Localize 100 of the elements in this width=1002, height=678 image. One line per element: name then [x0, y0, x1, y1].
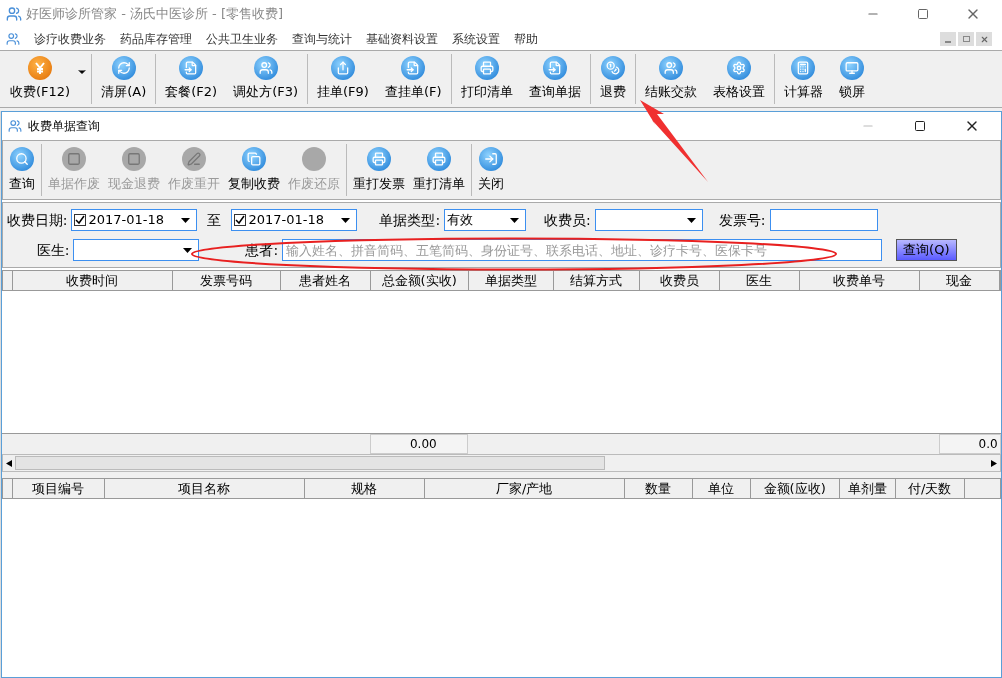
toolbar-button[interactable]: 清屏(A) — [95, 54, 153, 104]
dialog-logo-icon — [7, 119, 22, 133]
column-header: 厂家/产地 — [424, 479, 625, 498]
column-header: 收费单号 — [799, 271, 920, 290]
date-picker[interactable]: 2017-01-18 — [231, 209, 358, 231]
scroll-right-icon[interactable] — [990, 459, 997, 467]
toolbar-button[interactable]: 查挂单(F) — [378, 54, 448, 104]
column-header: 收费时间 — [12, 271, 173, 290]
toolbar-button[interactable]: 打印清单 — [454, 54, 519, 104]
maximize-icon[interactable] — [913, 120, 926, 132]
column-header: 患者姓名 — [280, 271, 371, 290]
calculator-icon — [791, 56, 816, 81]
dropdown-arrow-icon — [686, 217, 696, 223]
menu-item[interactable]: 基础资料设置 — [366, 30, 438, 48]
app-logo-icon — [6, 6, 22, 22]
document-icon — [179, 56, 204, 81]
dropdown-value: 有效 — [447, 211, 475, 230]
dropdown-value: 2017-01-18 — [248, 211, 325, 230]
total-amount: 0.00 — [369, 434, 468, 454]
toolbar-button[interactable]: 挂单(F9) — [311, 54, 375, 104]
toolbar-button[interactable]: 套餐(F2) — [159, 54, 224, 104]
column-header: 总金额(实收) — [370, 271, 469, 290]
date-picker[interactable]: 2017-01-18 — [71, 209, 198, 231]
scroll-left-icon[interactable] — [5, 459, 12, 467]
field-label: 至 — [207, 210, 222, 230]
toolbar-button[interactable]: 重打清单 — [409, 144, 468, 196]
toolbar-button[interactable]: 锁屏 — [832, 54, 871, 104]
coins-icon — [600, 56, 625, 81]
pen-icon — [181, 146, 206, 171]
people-icon — [253, 56, 278, 81]
printer-icon — [426, 146, 451, 171]
app-logo-icon — [6, 32, 20, 46]
menu-item[interactable]: 诊疗收费业务 — [34, 30, 106, 48]
toolbar-button[interactable]: 计算器 — [777, 54, 829, 104]
column-header: 项目名称 — [104, 479, 305, 498]
window-title: 好医师诊所管家 - 汤氏中医诊所 - [零售收费] — [26, 5, 284, 24]
field-label: 收费员: — [544, 210, 591, 230]
dropdown-arrow-icon — [183, 247, 193, 253]
people-icon — [658, 56, 683, 81]
dropdown-arrow-icon — [181, 217, 191, 223]
document-icon — [401, 56, 426, 81]
gear-icon — [726, 56, 751, 81]
field-label: 收费日期: — [6, 210, 68, 230]
toolbar-button[interactable]: 表格设置 — [706, 54, 771, 104]
column-header: 现金 — [919, 271, 1000, 290]
patient-search-input[interactable]: 输入姓名、拼音简码、五笔简码、身份证号、联系电话、地址、诊疗卡号、医保卡号 — [282, 239, 883, 261]
query-button[interactable]: 查询(Q) — [896, 239, 957, 261]
column-header: 发票号码 — [172, 271, 281, 290]
column-header: 金额(应收) — [750, 479, 840, 498]
dropdown-arrow-icon — [341, 217, 351, 223]
toolbar-button[interactable]: 查询 — [5, 144, 38, 196]
column-header: 医生 — [719, 271, 800, 290]
field-label: 发票号: — [718, 210, 766, 230]
column-header: 结算方式 — [553, 271, 640, 290]
menu-item[interactable]: 公共卫生业务 — [206, 30, 278, 48]
dialog-title: 收费单据查询 — [27, 118, 100, 135]
cashier-dropdown[interactable] — [594, 209, 703, 231]
column-header: 付/天数 — [895, 479, 965, 498]
dropdown-value: 2017-01-18 — [88, 211, 165, 230]
exit-icon — [478, 146, 503, 171]
printer-icon — [474, 56, 499, 81]
toolbar-button[interactable]: 收费(F12) — [4, 54, 77, 104]
dropdown-arrow-icon — [510, 217, 520, 223]
toolbar-button[interactable]: 重打发票 — [349, 144, 408, 196]
column-header: 规格 — [304, 479, 425, 498]
search-icon — [9, 146, 34, 171]
checkbox[interactable] — [74, 214, 87, 226]
monitor-icon — [839, 56, 864, 81]
total-cash: 0.0 — [938, 434, 1001, 454]
frame-icon — [121, 146, 146, 171]
restore-icon[interactable] — [958, 32, 974, 46]
frame-icon — [61, 146, 86, 171]
menu-item[interactable]: 查询与统计 — [292, 30, 352, 48]
column-header: 单剂量 — [839, 479, 896, 498]
refresh-icon — [111, 56, 136, 81]
column-header: 数量 — [624, 479, 693, 498]
toolbar-button[interactable]: 退费 — [593, 54, 632, 104]
copy-icon — [241, 146, 266, 171]
checkbox[interactable] — [234, 214, 247, 226]
type-dropdown[interactable]: 有效 — [444, 209, 527, 231]
menu-item[interactable]: 帮助 — [514, 30, 538, 48]
printer-icon — [366, 146, 391, 171]
doctor-dropdown[interactable] — [73, 239, 200, 261]
field-label: 单据类型: — [379, 210, 441, 230]
menu-item[interactable]: 系统设置 — [452, 30, 500, 48]
column-header: 收费员 — [639, 271, 720, 290]
document-icon — [542, 56, 567, 81]
horizontal-scrollbar[interactable] — [1, 454, 1001, 472]
yen-icon — [28, 56, 53, 81]
minimize-icon[interactable] — [940, 32, 956, 46]
menu-item[interactable]: 药品库存管理 — [120, 30, 192, 48]
toolbar-button[interactable]: 调处方(F3) — [227, 54, 305, 104]
toolbar-button[interactable]: 关闭 — [474, 144, 507, 196]
field-label: 医生: — [36, 240, 70, 260]
column-header: 单据类型 — [468, 271, 554, 290]
toolbar-button[interactable]: 查询单据 — [522, 54, 587, 104]
toolbar-button[interactable]: 结账交款 — [638, 54, 703, 104]
column-header: 单位 — [692, 479, 751, 498]
toolbar-button[interactable]: 复制收费 — [224, 144, 283, 196]
invoice-input[interactable] — [769, 209, 878, 231]
